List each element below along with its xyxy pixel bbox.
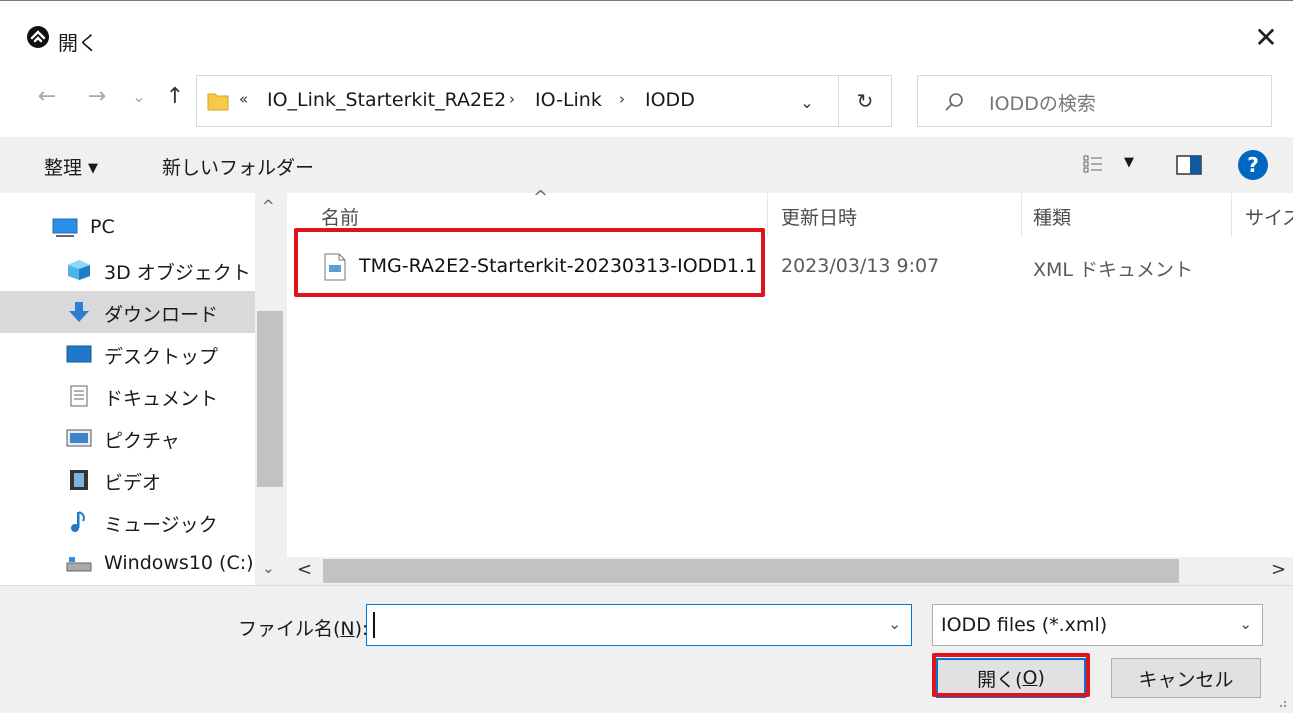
address-dropdown-icon[interactable]: ⌄ bbox=[792, 90, 822, 114]
filename-label: ファイル名(N): bbox=[238, 614, 368, 641]
sidebar-item-documents[interactable]: ドキュメント bbox=[0, 375, 255, 417]
file-highlight-frame bbox=[294, 228, 765, 297]
app-icon bbox=[27, 26, 49, 48]
sidebar-item-3d-objects[interactable]: 3D オブジェクト bbox=[0, 249, 255, 291]
sidebar-item-drive-c[interactable]: Windows10 (C:) bbox=[0, 543, 255, 585]
breadcrumb-item[interactable]: IODD bbox=[645, 89, 695, 111]
file-list-horizontal-scrollbar[interactable]: < > bbox=[287, 557, 1293, 585]
sidebar-item-music[interactable]: ミュージック bbox=[0, 501, 255, 543]
chevron-down-icon: ⌄ bbox=[1239, 615, 1252, 633]
sidebar-item-label: 3D オブジェクト bbox=[104, 262, 251, 284]
breadcrumb-separator-icon[interactable]: › bbox=[509, 90, 515, 108]
help-label: ? bbox=[1247, 153, 1259, 177]
chevron-down-icon[interactable]: ⌄ bbox=[888, 615, 901, 633]
filename-label-accesskey: N bbox=[340, 618, 355, 640]
sidebar-item-pc[interactable]: PC bbox=[0, 207, 255, 249]
folder-icon bbox=[207, 93, 229, 111]
sidebar-item-pictures[interactable]: ピクチャ bbox=[0, 417, 255, 459]
dialog-footer: ファイル名(N): ⌄ IODD files (*.xml) ⌄ 開く(O) キ… bbox=[0, 585, 1293, 713]
scroll-up-icon[interactable]: ^ bbox=[262, 197, 275, 215]
close-button[interactable]: ✕ bbox=[1246, 19, 1286, 55]
recent-locations-button[interactable]: ⌄ bbox=[124, 81, 154, 111]
column-header-type[interactable]: 種類 bbox=[1033, 203, 1071, 230]
sidebar-item-label: ピクチャ bbox=[104, 430, 180, 452]
navigation-bar: ← → ⌄ ↑ « IO_Link_Starterkit_RA2E2 › IO-… bbox=[0, 67, 1293, 137]
search-placeholder: IODDの検索 bbox=[989, 93, 1096, 115]
refresh-button[interactable]: ↻ bbox=[839, 75, 892, 127]
help-icon[interactable]: ? bbox=[1238, 150, 1268, 180]
sidebar-item-label: ドキュメント bbox=[104, 388, 219, 410]
view-options-icon[interactable] bbox=[1082, 153, 1104, 175]
music-icon bbox=[71, 511, 85, 532]
open-button-highlight-frame bbox=[932, 653, 1090, 697]
3d-objects-icon bbox=[68, 260, 90, 280]
file-type: XML ドキュメント bbox=[1033, 259, 1194, 281]
column-header-modified[interactable]: 更新日時 bbox=[781, 203, 857, 230]
navigation-pane-scrollbar[interactable]: ^ ⌄ bbox=[255, 193, 287, 585]
search-icon bbox=[945, 93, 963, 111]
file-modified: 2023/03/13 9:07 bbox=[781, 255, 940, 277]
scroll-right-icon[interactable]: > bbox=[1271, 559, 1286, 580]
organize-label: 整理 bbox=[44, 157, 83, 179]
sidebar-item-videos[interactable]: ビデオ bbox=[0, 459, 255, 501]
sidebar-item-label: ビデオ bbox=[104, 472, 162, 494]
drive-icon bbox=[66, 557, 92, 572]
desktop-icon bbox=[66, 345, 92, 363]
view-options-caret-icon[interactable]: ▼ bbox=[1124, 155, 1134, 170]
title-bar: 開く ✕ bbox=[0, 1, 1293, 67]
chevron-down-icon: ▼ bbox=[88, 161, 99, 176]
scroll-left-icon[interactable]: < bbox=[297, 559, 312, 580]
sidebar-item-label: PC bbox=[90, 216, 115, 238]
videos-icon bbox=[70, 470, 88, 490]
pictures-icon bbox=[66, 429, 92, 447]
close-icon: ✕ bbox=[1254, 20, 1278, 54]
pc-icon bbox=[52, 218, 78, 237]
filename-input[interactable]: ⌄ bbox=[366, 604, 912, 646]
forward-arrow-icon: → bbox=[87, 83, 107, 109]
back-button[interactable]: ← bbox=[32, 81, 62, 111]
organize-button[interactable]: 整理 ▼ bbox=[44, 153, 98, 180]
breadcrumb-item[interactable]: IO-Link bbox=[535, 89, 602, 111]
breadcrumb-overflow-icon[interactable]: « bbox=[239, 90, 248, 108]
cancel-button[interactable]: キャンセル bbox=[1111, 658, 1261, 698]
column-header-name[interactable]: 名前 bbox=[321, 203, 359, 230]
sidebar-item-label: デスクトップ bbox=[104, 346, 219, 368]
sidebar-item-label: Windows10 (C:) bbox=[104, 552, 254, 574]
address-bar[interactable]: « IO_Link_Starterkit_RA2E2 › IO-Link › I… bbox=[196, 75, 839, 127]
column-header-size[interactable]: サイズ bbox=[1245, 203, 1293, 230]
sort-ascending-icon: ^ bbox=[533, 187, 549, 208]
sidebar-item-desktop[interactable]: デスクトップ bbox=[0, 333, 255, 375]
sidebar-item-downloads[interactable]: ダウンロード bbox=[0, 291, 255, 333]
breadcrumb-item[interactable]: IO_Link_Starterkit_RA2E2 bbox=[267, 89, 506, 111]
refresh-icon: ↻ bbox=[856, 89, 874, 113]
navigation-pane: PC 3D オブジェクト ダウンロード デスクトップ ドキュメント ピクチャ ビ… bbox=[0, 193, 287, 585]
open-file-dialog: 開く ✕ ← → ⌄ ↑ « IO_Link_Starterkit_RA2E2 … bbox=[0, 0, 1293, 713]
breadcrumb-separator-icon[interactable]: › bbox=[619, 90, 625, 108]
text-cursor bbox=[373, 612, 375, 638]
command-toolbar: 整理 ▼ 新しいフォルダー ▼ ? bbox=[0, 137, 1293, 193]
file-type-filter-select[interactable]: IODD files (*.xml) ⌄ bbox=[932, 604, 1263, 646]
column-divider[interactable] bbox=[1021, 193, 1022, 237]
up-button[interactable]: ↑ bbox=[160, 81, 190, 111]
filename-label-text: ファイル名( bbox=[238, 618, 341, 640]
sidebar-item-label: ミュージック bbox=[104, 514, 218, 536]
up-arrow-icon: ↑ bbox=[165, 83, 185, 109]
forward-button[interactable]: → bbox=[82, 81, 112, 111]
window-title: 開く bbox=[58, 31, 98, 55]
scrollbar-thumb[interactable] bbox=[257, 311, 283, 487]
scrollbar-thumb[interactable] bbox=[323, 559, 1179, 583]
column-divider[interactable] bbox=[1231, 193, 1232, 237]
file-type-filter-value: IODD files (*.xml) bbox=[941, 614, 1108, 636]
scroll-down-icon[interactable]: ⌄ bbox=[262, 559, 275, 577]
search-box[interactable]: IODDの検索 bbox=[917, 75, 1272, 127]
new-folder-button[interactable]: 新しいフォルダー bbox=[162, 153, 314, 180]
documents-icon bbox=[70, 385, 88, 407]
resize-grip-icon[interactable] bbox=[1272, 693, 1288, 709]
sidebar-item-label: ダウンロード bbox=[104, 304, 219, 326]
column-divider[interactable] bbox=[767, 193, 768, 237]
preview-pane-icon[interactable] bbox=[1176, 155, 1202, 175]
download-icon bbox=[69, 302, 89, 322]
back-arrow-icon: ← bbox=[37, 83, 57, 109]
chevron-down-icon: ⌄ bbox=[132, 86, 146, 106]
